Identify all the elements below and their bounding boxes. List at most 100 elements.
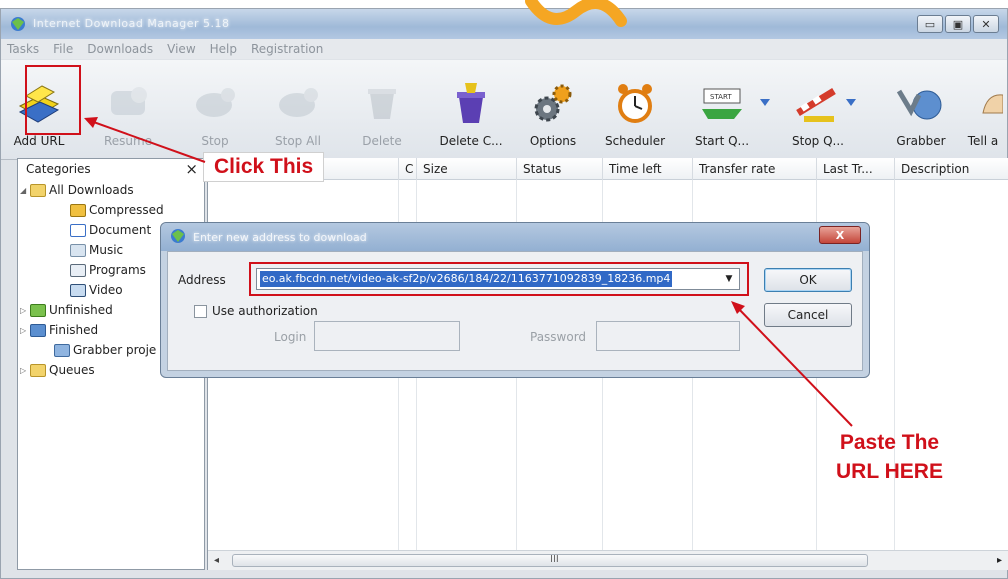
menu-view[interactable]: View [167, 42, 195, 56]
use-authorization-checkbox[interactable] [194, 305, 207, 318]
start-queue-dropdown[interactable] [757, 60, 773, 160]
categories-close-button[interactable]: × [185, 160, 198, 178]
column-header-status[interactable]: Status [516, 158, 602, 180]
tree-item-label: Grabber proje [73, 343, 157, 357]
finished-folder-icon [30, 323, 46, 337]
title-bar: Internet Download Manager 5.18 ▭ ▣ ✕ [1, 0, 1007, 39]
menu-help[interactable]: Help [210, 42, 237, 56]
tree-item-label: Programs [89, 263, 146, 277]
toolbar-label: Scheduler [604, 134, 666, 148]
tree-item-label: Music [89, 243, 124, 257]
tree-item-grabber-projects[interactable]: Grabber proje [54, 343, 156, 357]
close-button[interactable]: ✕ [973, 15, 999, 33]
paste-note-line-1: Paste The [839, 431, 940, 454]
delete-icon [357, 78, 407, 128]
column-header-c[interactable]: C [398, 158, 416, 180]
toolbar-label: Options [529, 134, 577, 148]
horizontal-scrollbar[interactable]: ◂ III ▸ [208, 550, 1008, 570]
expand-arrow-icon: ▷ [20, 305, 27, 315]
column-header-transfer-rate[interactable]: Transfer rate [692, 158, 816, 180]
cancel-button[interactable]: Cancel [764, 303, 852, 327]
maximize-icon: ▣ [952, 17, 964, 31]
scroll-left-icon[interactable]: ◂ [214, 555, 219, 566]
tree-item-compressed[interactable]: Compressed [70, 203, 164, 217]
stop-all-icon [273, 78, 323, 128]
toolbar-label: Stop Q... [792, 134, 844, 148]
column-header-description[interactable]: Description [894, 158, 1008, 180]
tree-item-label: Queues [49, 363, 95, 377]
scroll-grip: III [550, 554, 559, 565]
tree-item-label: Finished [49, 323, 99, 337]
tree-item-music[interactable]: Music [70, 243, 123, 257]
password-field[interactable] [596, 321, 740, 351]
tree-item-queues[interactable]: ▷ Queues [20, 363, 95, 377]
svg-text:START: START [710, 93, 732, 101]
toolbar-label: Start Q... [694, 134, 750, 148]
stop-queue-button[interactable]: Stop Q... [787, 60, 849, 160]
scheduler-button[interactable]: Scheduler [599, 60, 671, 160]
chevron-down-icon [843, 78, 859, 128]
toolbar-label: Delete C... [439, 134, 503, 148]
column-header-time-left[interactable]: Time left [602, 158, 692, 180]
menu-tasks[interactable]: Tasks [7, 42, 39, 56]
maximize-button[interactable]: ▣ [945, 15, 971, 33]
menu-registration[interactable]: Registration [251, 42, 323, 56]
tell-a-friend-button[interactable]: Tell a [957, 60, 1008, 160]
column-header-size[interactable]: Size [416, 158, 516, 180]
tree-item-programs[interactable]: Programs [70, 263, 146, 277]
column-header-last-try[interactable]: Last Tr... [816, 158, 894, 180]
stop-icon [190, 78, 240, 128]
click-this-annotation: Click This [203, 152, 325, 182]
stop-queue-dropdown[interactable] [843, 60, 859, 160]
tree-item-video[interactable]: Video [70, 283, 123, 297]
idm-logo-icon [171, 229, 185, 243]
tree-item-all-downloads[interactable]: ◢ All Downloads [20, 183, 134, 197]
chevron-down-icon [757, 78, 773, 128]
toolbar: Add URL Resume Stop Stop All Delete Dele… [1, 60, 1007, 160]
tree-item-label: Unfinished [49, 303, 113, 317]
resume-button[interactable]: Resume [93, 60, 163, 160]
menu-downloads[interactable]: Downloads [87, 42, 153, 56]
delete-completed-button[interactable]: Delete C... [431, 60, 511, 160]
paste-url-annotation: Paste The URL HERE [836, 428, 943, 486]
music-note-icon [70, 243, 86, 257]
grabber-button[interactable]: Grabber [891, 60, 951, 160]
scrollbar-thumb[interactable]: III [232, 554, 868, 567]
address-label: Address [178, 273, 226, 287]
add-url-dialog: Enter new address to download X Address … [160, 222, 870, 378]
close-icon: ✕ [981, 17, 991, 31]
programs-folder-icon [70, 263, 86, 277]
tree-item-unfinished[interactable]: ▷ Unfinished [20, 303, 113, 317]
idm-logo-icon [11, 17, 25, 31]
expand-arrow-icon: ◢ [20, 185, 27, 195]
resume-icon [103, 78, 153, 128]
delete-button[interactable]: Delete [351, 60, 413, 160]
paste-note-line-2: URL HERE [836, 460, 943, 483]
start-queue-icon: START [697, 78, 747, 128]
toolbar-label: Tell a [967, 134, 999, 148]
scroll-right-icon[interactable]: ▸ [997, 555, 1002, 566]
stop-all-button[interactable]: Stop All [263, 60, 333, 160]
window-title: Internet Download Manager 5.18 [33, 17, 230, 30]
options-gear-icon [528, 78, 578, 128]
start-queue-button[interactable]: START Start Q... [689, 60, 755, 160]
categories-header: Categories [26, 162, 91, 176]
tree-item-finished[interactable]: ▷ Finished [20, 323, 98, 337]
tree-item-label: Document [89, 223, 152, 237]
toolbar-label: Stop All [275, 134, 321, 148]
menu-file[interactable]: File [53, 42, 73, 56]
stop-button[interactable]: Stop [186, 60, 244, 160]
dialog-close-button[interactable]: X [819, 226, 861, 244]
add-url-highlight [25, 65, 81, 135]
ok-button[interactable]: OK [764, 268, 852, 292]
compressed-folder-icon [70, 203, 86, 217]
minimize-button[interactable]: ▭ [917, 15, 943, 33]
login-field[interactable] [314, 321, 460, 351]
options-button[interactable]: Options [521, 60, 585, 160]
tree-item-document[interactable]: Document [70, 223, 151, 237]
chevron-down-icon[interactable]: ▼ [721, 271, 737, 287]
login-label: Login [274, 330, 307, 344]
tree-item-label: Video [89, 283, 123, 297]
address-input[interactable]: eo.ak.fbcdn.net/video-ak-sf2p/v2686/184/… [256, 268, 740, 290]
dialog-title: Enter new address to download [193, 231, 367, 244]
